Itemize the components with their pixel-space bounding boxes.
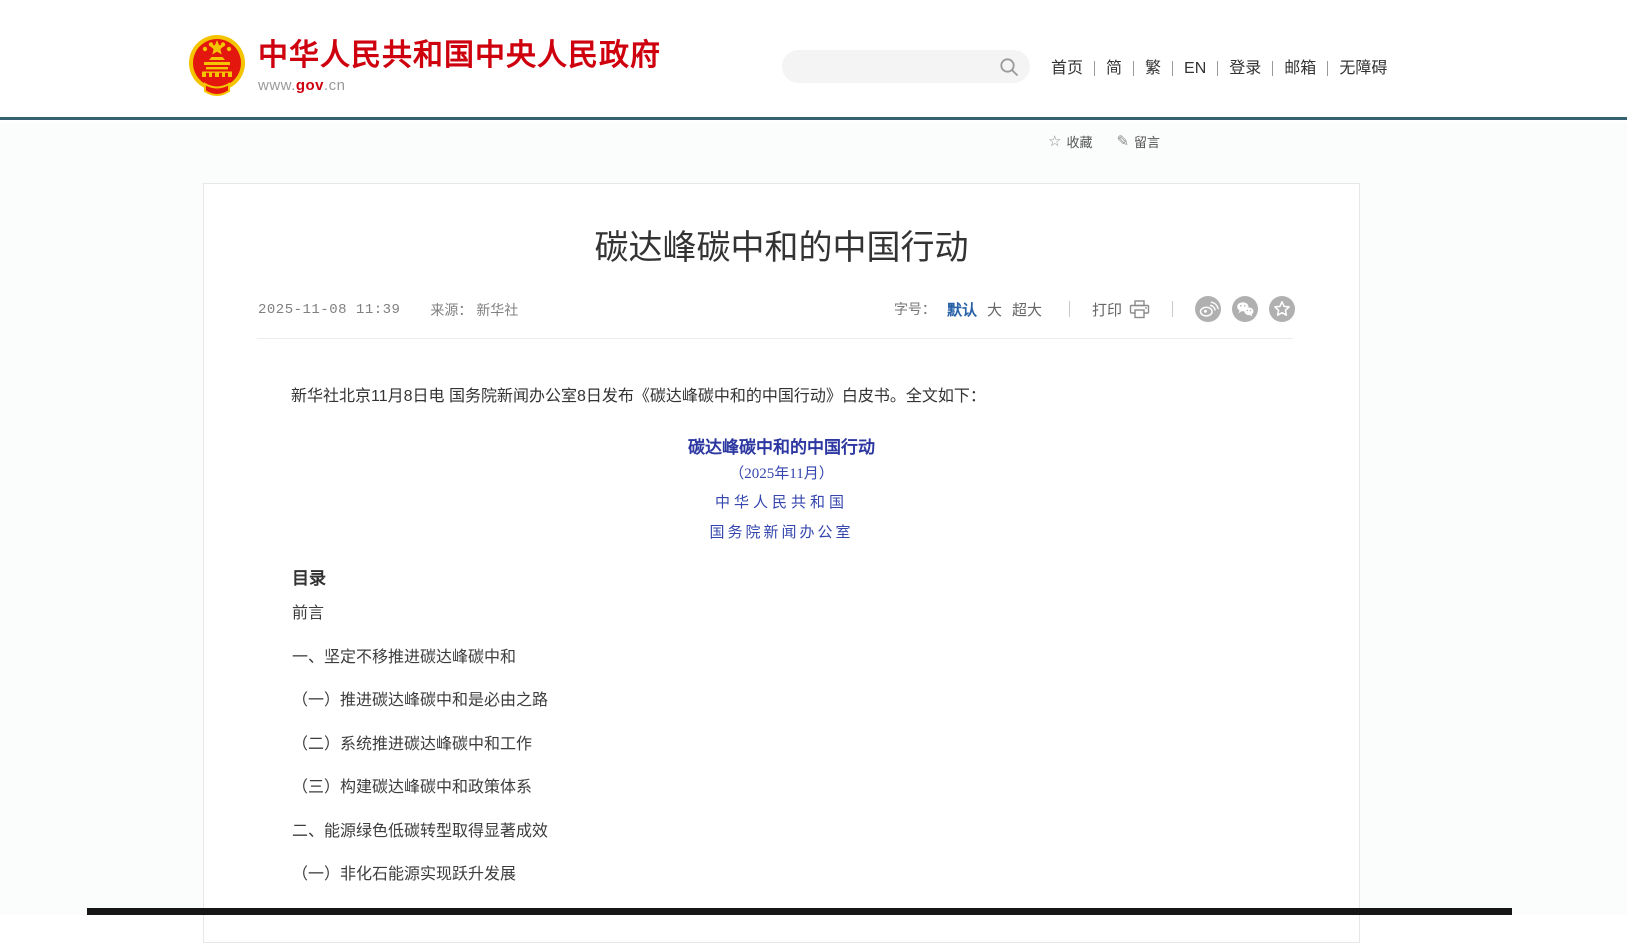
divider	[1069, 301, 1070, 317]
toc-item-section1: 一、坚定不移推进碳达峰碳中和	[292, 649, 1299, 693]
article-action-bar: ☆ 收藏 ✎ 留言	[1048, 132, 1160, 151]
nav-english[interactable]: EN	[1172, 61, 1217, 76]
meta-right: 字号： 默认 大 超大 打印	[894, 296, 1295, 322]
font-size-xlarge[interactable]: 超大	[1012, 299, 1042, 320]
doc-org-line1: 中华人民共和国	[204, 491, 1359, 512]
font-size-default[interactable]: 默认	[947, 299, 977, 320]
star-icon[interactable]	[1269, 296, 1295, 322]
doc-org-line2: 国务院新闻办公室	[204, 521, 1359, 542]
search-box	[782, 50, 1030, 83]
nav-login[interactable]: 登录	[1217, 61, 1272, 76]
toc-item-section1-3: （三）构建碳达峰碳中和政策体系	[292, 779, 1299, 823]
print-label: 打印	[1092, 299, 1122, 320]
article-meta-row: 2025-11-08 11:39 来源： 新华社 字号： 默认 大 超大 打印	[258, 300, 1295, 322]
toc-item-section1-2: （二）系统推进碳达峰碳中和工作	[292, 736, 1299, 780]
search-icon	[999, 57, 1019, 77]
favorite-button[interactable]: ☆ 收藏	[1048, 132, 1092, 151]
weibo-icon[interactable]	[1195, 296, 1221, 322]
toc-list: 前言 一、坚定不移推进碳达峰碳中和 （一）推进碳达峰碳中和是必由之路 （二）系统…	[292, 605, 1299, 910]
search-input[interactable]	[782, 50, 994, 83]
share-icons	[1195, 296, 1295, 322]
source-value: 新华社	[476, 302, 518, 318]
nav-simplified[interactable]: 简	[1094, 61, 1133, 76]
top-nav: 首页 简 繁 EN 登录 邮箱 无障碍	[1040, 57, 1398, 79]
toc-item-section2-1: （一）非化石能源实现跃升发展	[292, 866, 1299, 910]
site-url-suffix: .cn	[324, 77, 346, 94]
site-logo-link[interactable]: 中华人民共和国中央人民政府 www.gov.cn	[188, 34, 661, 98]
search-button[interactable]	[994, 52, 1024, 82]
source: 来源： 新华社	[430, 300, 518, 320]
doc-title: 碳达峰碳中和的中国行动	[204, 433, 1359, 458]
divider	[1172, 301, 1173, 317]
site-title: 中华人民共和国中央人民政府	[258, 40, 661, 72]
favorite-label: 收藏	[1066, 132, 1092, 151]
font-size-label: 字号：	[894, 299, 936, 319]
toc-item-section2: 二、能源绿色低碳转型取得显著成效	[292, 823, 1299, 867]
source-label: 来源：	[430, 302, 472, 318]
publish-date: 2025-11-08 11:39	[258, 302, 400, 318]
nav-traditional[interactable]: 繁	[1133, 61, 1172, 76]
toc-item-section1-1: （一）推进碳达峰碳中和是必由之路	[292, 692, 1299, 736]
toc-title: 目录	[292, 564, 326, 589]
site-url: www.gov.cn	[258, 77, 661, 94]
site-header: 中华人民共和国中央人民政府 www.gov.cn 首页 简 繁 EN 登录 邮箱…	[0, 0, 1627, 120]
printer-icon	[1129, 300, 1150, 319]
site-url-gov: gov	[296, 77, 324, 94]
intro-paragraph: 新华社北京11月8日电 国务院新闻办公室8日发布《碳达峰碳中和的中国行动》白皮书…	[259, 384, 1299, 409]
pencil-icon: ✎	[1116, 134, 1129, 149]
article-title: 碳达峰碳中和的中国行动	[204, 220, 1359, 269]
site-title-block: 中华人民共和国中央人民政府 www.gov.cn	[258, 34, 661, 94]
star-outline-icon: ☆	[1048, 134, 1061, 149]
toc-item-preface: 前言	[292, 605, 1299, 649]
site-url-prefix: www.	[258, 77, 296, 94]
nav-accessibility[interactable]: 无障碍	[1327, 61, 1398, 76]
wechat-icon[interactable]	[1232, 296, 1258, 322]
divider	[257, 338, 1293, 339]
article-card: 碳达峰碳中和的中国行动 2025-11-08 11:39 来源： 新华社 字号：…	[203, 183, 1360, 943]
nav-home[interactable]: 首页	[1040, 61, 1094, 76]
bottom-edge-strip	[87, 908, 1512, 915]
doc-date: （2025年11月）	[204, 462, 1359, 483]
meta-left: 2025-11-08 11:39 来源： 新华社	[258, 300, 518, 320]
comment-button[interactable]: ✎ 留言	[1116, 132, 1160, 151]
national-emblem-icon	[188, 34, 246, 98]
font-size-large[interactable]: 大	[987, 299, 1002, 320]
nav-mail[interactable]: 邮箱	[1272, 61, 1327, 76]
print-button[interactable]: 打印	[1092, 299, 1150, 320]
comment-label: 留言	[1134, 132, 1160, 151]
